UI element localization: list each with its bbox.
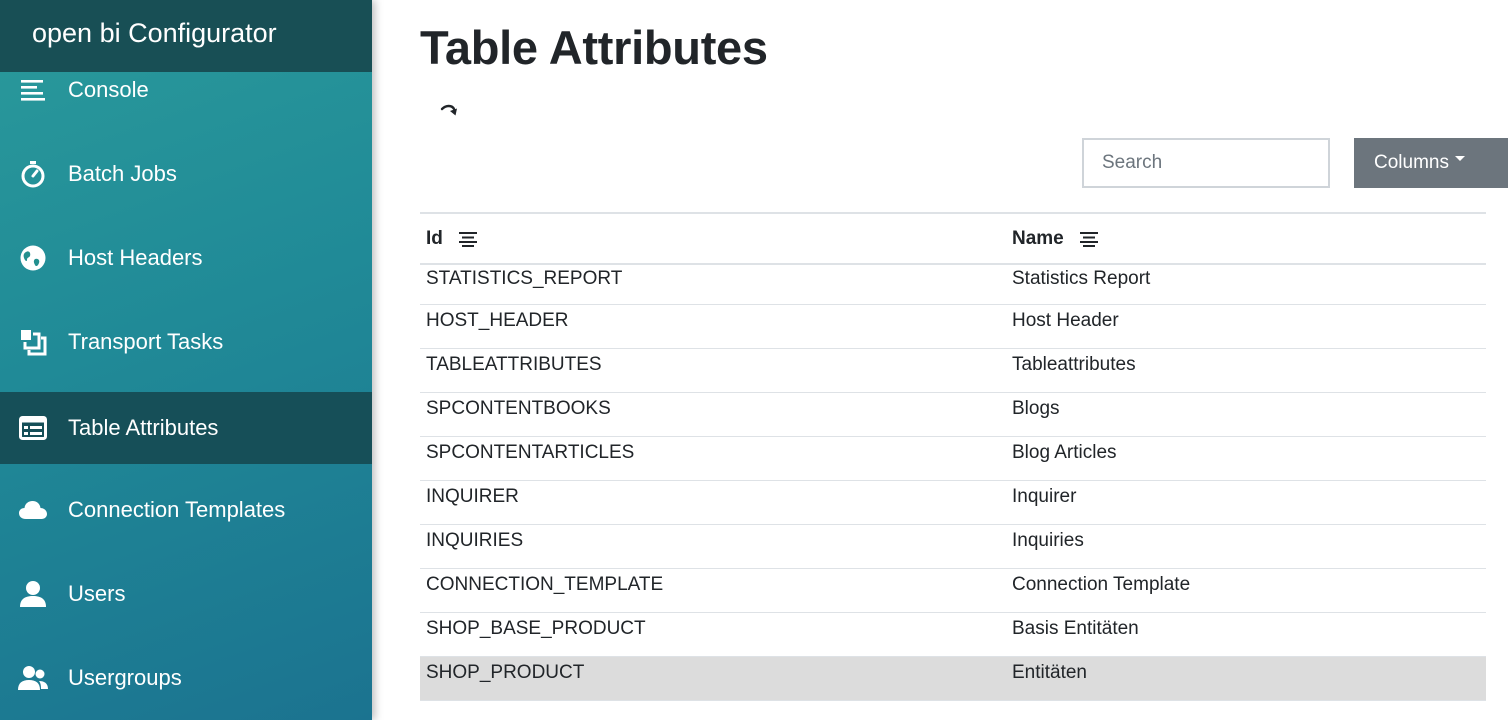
list-lines-icon (18, 75, 48, 105)
table-header: Id Name (420, 212, 1486, 265)
refresh-icon[interactable] (438, 100, 462, 124)
sidebar-item-label: Batch Jobs (68, 161, 177, 186)
caret-down-icon (1454, 155, 1465, 161)
cloud-icon (18, 495, 48, 525)
column-header-label: Id (426, 228, 443, 249)
table-row[interactable]: SPCONTENTARTICLES Blog Articles (420, 437, 1486, 481)
cell-name: Blog Articles (1012, 442, 1117, 463)
sort-icon[interactable] (1079, 231, 1098, 247)
sidebar-item-transport-tasks[interactable]: Transport Tasks (0, 306, 372, 378)
main-content: Table Attributes Columns Id (420, 0, 1508, 720)
column-header-label: Name (1012, 228, 1064, 249)
cell-name: Connection Template (1012, 574, 1191, 595)
cell-name: Host Header (1012, 310, 1119, 331)
table-row[interactable]: SHOP_BASE_PRODUCT Basis Entitäten (420, 613, 1486, 657)
sidebar-item-label: Transport Tasks (68, 329, 224, 354)
sidebar-item-label: Usergroups (68, 665, 182, 690)
sidebar-item-connection-templates[interactable]: Connection Templates (0, 474, 372, 546)
user-icon (18, 579, 48, 609)
sidebar-item-label: Host Headers (68, 245, 203, 270)
app-root: open bi Configurator Console Batch Jobs … (0, 0, 1508, 720)
sidebar-item-table-attributes[interactable]: Table Attributes (0, 392, 372, 464)
sidebar-item-users[interactable]: Users (0, 558, 372, 630)
stopwatch-icon (18, 159, 48, 189)
sidebar-item-label: Connection Templates (68, 497, 286, 522)
cell-name: Inquirer (1012, 486, 1077, 507)
cell-name: Inquiries (1012, 530, 1084, 551)
cell-id: CONNECTION_TEMPLATE (426, 574, 664, 595)
cell-id: STATISTICS_REPORT (426, 268, 623, 289)
table-row[interactable]: SPCONTENTBOOKS Blogs (420, 393, 1486, 437)
sidebar-item-label: Table Attributes (68, 415, 219, 440)
cell-id: SPCONTENTBOOKS (426, 398, 611, 419)
cell-id: SPCONTENTARTICLES (426, 442, 635, 463)
sidebar-item-host-headers[interactable]: Host Headers (0, 222, 372, 294)
cell-id: INQUIRER (426, 486, 519, 507)
table-row[interactable]: CONNECTION_TEMPLATE Connection Template (420, 569, 1486, 613)
cell-name: Entitäten (1012, 662, 1087, 683)
page-title: Table Attributes (420, 21, 768, 74)
sidebar-item-usergroups[interactable]: Usergroups (0, 642, 372, 714)
table-row[interactable]: INQUIRER Inquirer (420, 481, 1486, 525)
attributes-table: Id Name STATISTICS_REPORT Statistics Rep… (420, 212, 1486, 701)
table-row[interactable]: HOST_HEADER Host Header (420, 305, 1486, 349)
columns-dropdown-button[interactable]: Columns (1354, 138, 1508, 188)
globe-icon (18, 243, 48, 273)
search-input[interactable] (1082, 138, 1330, 188)
cell-id: SHOP_BASE_PRODUCT (426, 618, 646, 639)
cell-id: INQUIRIES (426, 530, 524, 551)
table-row[interactable]: INQUIRIES Inquiries (420, 525, 1486, 569)
table-row[interactable]: TABLEATTRIBUTES Tableattributes (420, 349, 1486, 393)
stacked-squares-icon (18, 327, 48, 357)
column-header-name[interactable]: Name (1012, 228, 1098, 250)
table-icon (18, 413, 48, 443)
brand-title[interactable]: open bi Configurator (0, 0, 372, 72)
cell-name: Tableattributes (1012, 354, 1136, 375)
columns-button-label: Columns (1374, 152, 1449, 173)
table-row[interactable]: STATISTICS_REPORT Statistics Report (420, 265, 1486, 305)
column-header-id[interactable]: Id (426, 228, 477, 250)
sort-icon[interactable] (458, 231, 477, 247)
table-row[interactable]: SHOP_PRODUCT Entitäten (420, 657, 1486, 701)
sidebar-item-label: Console (68, 77, 149, 102)
users-icon (18, 663, 48, 693)
cell-id: TABLEATTRIBUTES (426, 354, 602, 375)
cell-id: HOST_HEADER (426, 310, 569, 331)
cell-name: Basis Entitäten (1012, 618, 1139, 639)
cell-id: SHOP_PRODUCT (426, 662, 585, 683)
table-body: STATISTICS_REPORT Statistics Report HOST… (420, 265, 1486, 701)
sidebar-item-label: Users (68, 581, 126, 606)
sidebar-item-batch-jobs[interactable]: Batch Jobs (0, 138, 372, 210)
cell-name: Statistics Report (1012, 268, 1151, 289)
sidebar: open bi Configurator Console Batch Jobs … (0, 0, 372, 720)
cell-name: Blogs (1012, 398, 1060, 419)
